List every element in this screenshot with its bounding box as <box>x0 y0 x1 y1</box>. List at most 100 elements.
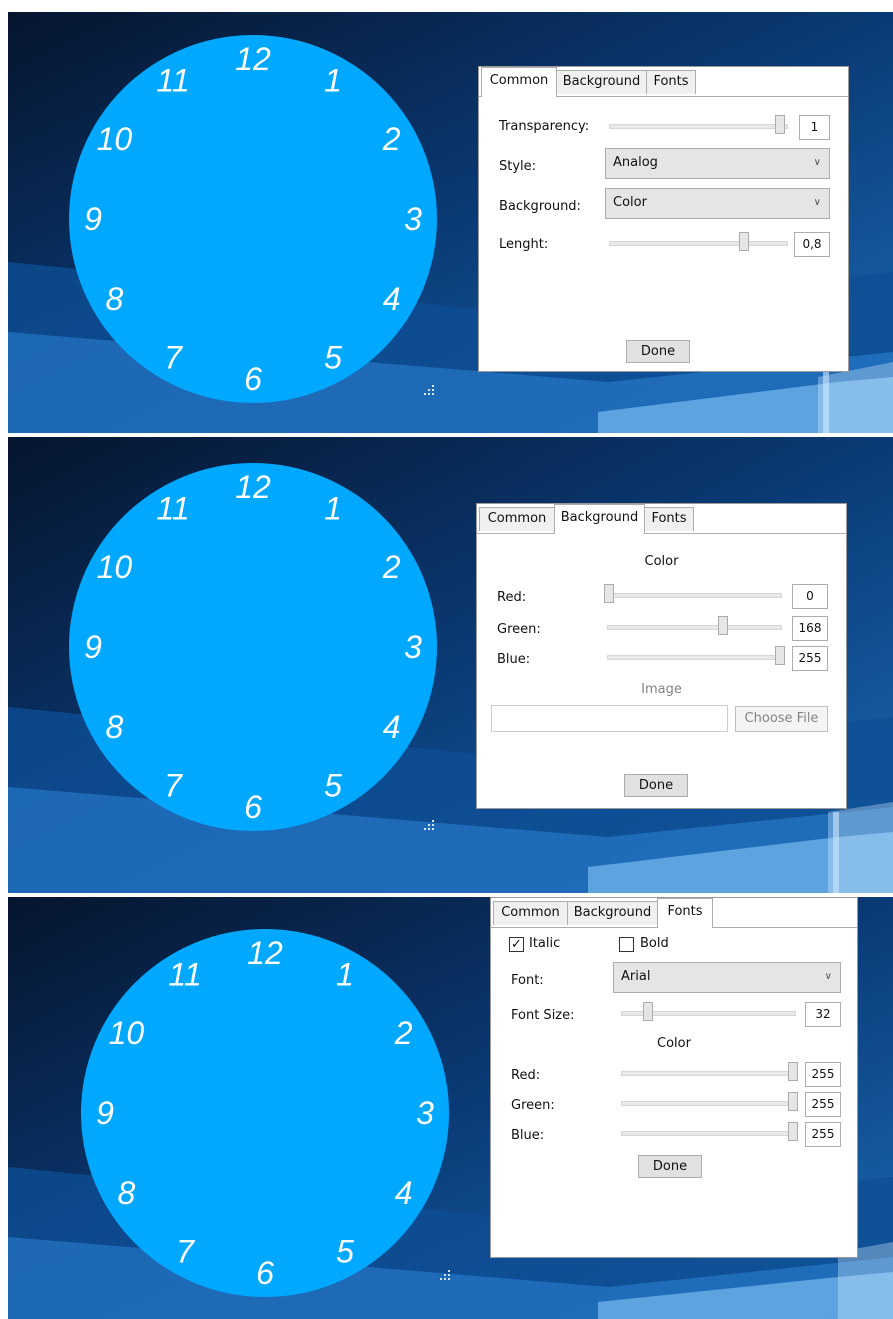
font-size-value[interactable]: 32 <box>805 1002 841 1027</box>
clock-number-9: 9 <box>84 201 102 237</box>
length-value[interactable]: 0,8 <box>794 232 830 257</box>
settings-dialog: Common Background Fonts Transparency: 1 … <box>478 66 849 372</box>
tab-content-background: Color Red: 0 Green: 168 Blue: 255 Image … <box>477 533 846 808</box>
bold-label[interactable]: Bold <box>640 936 669 951</box>
green-value[interactable]: 255 <box>805 1092 841 1117</box>
clock-number-2: 2 <box>382 121 401 157</box>
font-dropdown-value: Arial <box>621 969 651 984</box>
tab-fonts[interactable]: Fonts <box>646 70 696 94</box>
clock-number-7: 7 <box>164 768 183 804</box>
tab-fonts[interactable]: Fonts <box>657 898 713 928</box>
clock-face <box>69 35 437 403</box>
done-button[interactable]: Done <box>624 774 688 797</box>
clock-number-9: 9 <box>84 629 102 665</box>
clock-number-1: 1 <box>324 490 342 526</box>
tab-background[interactable]: Background <box>554 504 645 534</box>
red-slider-thumb[interactable] <box>604 584 614 603</box>
blue-slider[interactable] <box>607 655 782 660</box>
clock-number-10: 10 <box>109 1015 145 1051</box>
clock-number-11: 11 <box>168 956 201 992</box>
bold-checkbox[interactable] <box>619 937 634 952</box>
clock-number-12: 12 <box>247 935 283 971</box>
red-slider-thumb[interactable] <box>788 1062 798 1081</box>
clock-number-10: 10 <box>97 121 133 157</box>
italic-label[interactable]: Italic <box>529 936 560 951</box>
green-slider-thumb[interactable] <box>788 1092 798 1111</box>
clock-number-3: 3 <box>404 629 422 665</box>
tab-background[interactable]: Background <box>556 70 647 94</box>
clock-number-10: 10 <box>97 549 133 585</box>
tab-common[interactable]: Common <box>481 67 557 97</box>
transparency-label: Transparency: <box>499 119 590 134</box>
background-label: Background: <box>499 199 581 214</box>
tab-common[interactable]: Common <box>493 901 568 925</box>
done-button[interactable]: Done <box>638 1155 702 1178</box>
clock-number-2: 2 <box>382 549 401 585</box>
red-value[interactable]: 0 <box>792 584 828 609</box>
tab-background[interactable]: Background <box>567 901 658 925</box>
style-label: Style: <box>499 159 537 174</box>
blue-slider[interactable] <box>621 1131 796 1136</box>
clock-number-1: 1 <box>324 62 342 98</box>
color-heading: Color <box>644 554 679 569</box>
color-heading: Color <box>657 1036 691 1051</box>
red-slider[interactable] <box>607 593 782 598</box>
red-slider[interactable] <box>621 1071 796 1076</box>
resize-grip-icon[interactable] <box>422 820 436 834</box>
green-slider-thumb[interactable] <box>718 616 728 635</box>
clock-number-7: 7 <box>164 340 183 376</box>
done-button[interactable]: Done <box>626 340 690 363</box>
analog-clock[interactable]: 121234567891011 <box>8 897 468 1319</box>
italic-checkbox[interactable]: ✓ <box>509 937 524 952</box>
green-label: Green: <box>497 622 541 637</box>
font-dropdown[interactable]: Arial ∨ <box>613 962 841 993</box>
image-path-field[interactable] <box>491 705 728 732</box>
background-dropdown-value: Color <box>613 195 647 210</box>
screenshot-panel-fonts: 12 1 2 3 4 5 6 7 8 9 10 11 Common Background Fonts … <box>8 897 893 1319</box>
tab-common[interactable]: Common <box>479 507 555 531</box>
clock-number-4: 4 <box>383 281 401 317</box>
clock-face <box>69 463 437 831</box>
red-value[interactable]: 255 <box>805 1062 841 1087</box>
length-slider[interactable] <box>609 241 788 246</box>
clock-number-12: 12 <box>235 41 271 77</box>
clock-number-5: 5 <box>324 340 342 376</box>
analog-clock[interactable]: 121234567891011 <box>8 437 468 893</box>
blue-slider-thumb[interactable] <box>788 1122 798 1141</box>
clock-number-4: 4 <box>395 1175 413 1211</box>
blue-slider-thumb[interactable] <box>775 646 785 665</box>
green-slider[interactable] <box>621 1101 796 1106</box>
clock-number-3: 3 <box>404 201 422 237</box>
transparency-value[interactable]: 1 <box>799 115 830 140</box>
clock-number-9: 9 <box>96 1095 114 1131</box>
length-slider-thumb[interactable] <box>739 232 749 251</box>
resize-grip-icon[interactable] <box>438 1270 452 1284</box>
green-label: Green: <box>511 1098 555 1113</box>
font-size-label: Font Size: <box>511 1008 575 1023</box>
green-slider[interactable] <box>607 625 782 630</box>
red-label: Red: <box>497 590 527 605</box>
analog-clock[interactable]: 121234567891011 <box>8 12 468 433</box>
tab-content-common: Transparency: 1 Style: Analog ∨ Backgrou… <box>479 96 848 371</box>
blue-value[interactable]: 255 <box>805 1122 841 1147</box>
tab-fonts[interactable]: Fonts <box>644 507 694 531</box>
choose-file-button[interactable]: Choose File <box>735 706 828 732</box>
tab-strip: Common Background Fonts <box>491 898 857 928</box>
transparency-slider[interactable] <box>609 124 788 129</box>
green-value[interactable]: 168 <box>792 616 828 641</box>
tab-strip: Common Background Fonts <box>479 67 848 97</box>
clock-number-2: 2 <box>394 1015 413 1051</box>
clock-number-12: 12 <box>235 469 271 505</box>
clock-number-6: 6 <box>244 361 262 397</box>
clock-number-6: 6 <box>256 1255 274 1291</box>
settings-dialog: Common Background Fonts ✓ Italic Bold Fo… <box>490 897 858 1258</box>
font-size-slider-thumb[interactable] <box>643 1002 653 1021</box>
blue-value[interactable]: 255 <box>792 646 828 671</box>
clock-number-4: 4 <box>383 709 401 745</box>
clock-number-5: 5 <box>336 1234 354 1270</box>
transparency-slider-thumb[interactable] <box>775 115 785 134</box>
resize-grip-icon[interactable] <box>422 385 436 399</box>
clock-number-1: 1 <box>336 956 354 992</box>
background-dropdown[interactable]: Color ∨ <box>605 188 830 219</box>
style-dropdown[interactable]: Analog ∨ <box>605 148 830 179</box>
